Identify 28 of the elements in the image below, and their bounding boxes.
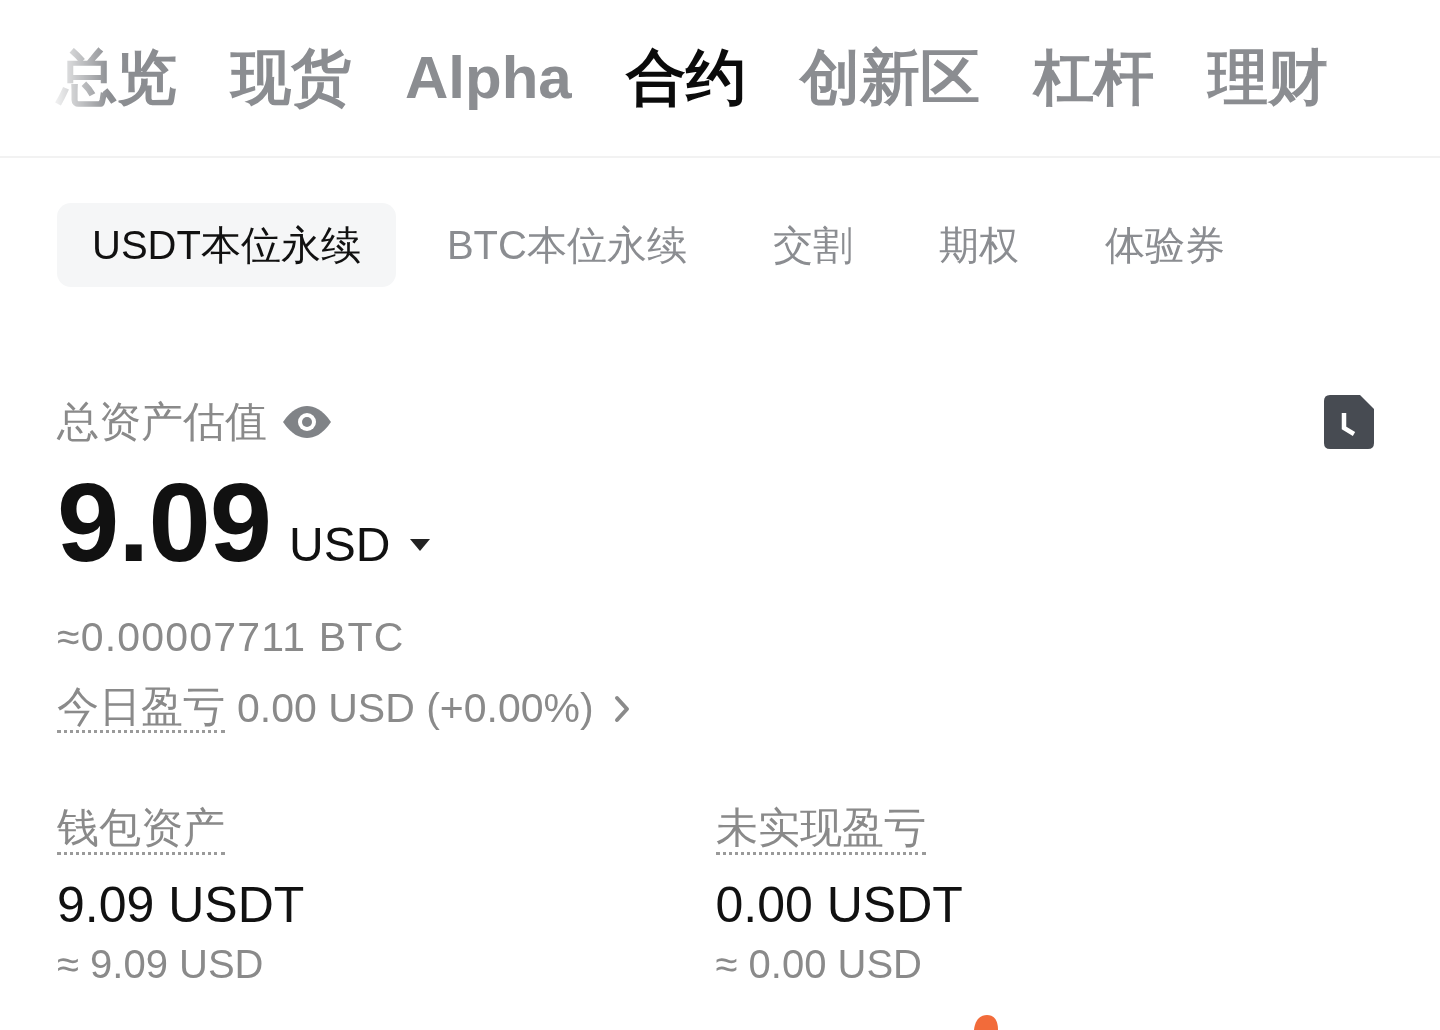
stat-value: 9.09 USDT xyxy=(57,876,305,935)
top-tab[interactable]: 总览 xyxy=(57,42,177,114)
caret-down-icon xyxy=(410,538,431,551)
stat-equivalent: ≈ 9.09 USD xyxy=(57,941,264,989)
top-tab[interactable]: 理财 xyxy=(1207,42,1328,114)
stat-label: 未实现盈亏 xyxy=(715,805,926,855)
today-pnl-label: 今日盈亏 xyxy=(57,684,225,734)
currency-selector[interactable]: USD xyxy=(289,517,431,572)
sub-tab[interactable]: 期权 xyxy=(903,203,1054,287)
stat-label: 钱包资产 xyxy=(57,805,225,855)
top-tab[interactable]: 创新区 xyxy=(799,42,980,114)
sub-tab[interactable]: 交割 xyxy=(737,203,888,287)
top-tab[interactable]: 合约 xyxy=(625,42,746,114)
top-tab[interactable]: Alpha xyxy=(405,42,572,114)
today-pnl-value[interactable]: 0.00 USD (+0.00%) xyxy=(237,685,630,733)
total-amount: 9.09 xyxy=(57,467,271,579)
top-tab[interactable]: 现货 xyxy=(231,42,351,114)
sub-tab[interactable]: BTC本位永续 xyxy=(411,203,722,287)
btc-equivalent: ≈0.00007711 BTC xyxy=(57,613,405,662)
stat-value: 0.00 USDT xyxy=(715,876,963,935)
sub-tab[interactable]: 体验券 xyxy=(1069,203,1260,287)
total-assets-label: 总资产估值 xyxy=(57,397,267,447)
chevron-right-icon xyxy=(613,694,630,723)
history-document-icon[interactable] xyxy=(1324,395,1374,449)
sub-tab[interactable]: USDT本位永续 xyxy=(57,203,396,287)
eye-icon[interactable] xyxy=(283,406,331,438)
top-tab[interactable]: 杠杆 xyxy=(1033,42,1154,114)
stat-equivalent: ≈ 0.00 USD xyxy=(715,941,922,989)
